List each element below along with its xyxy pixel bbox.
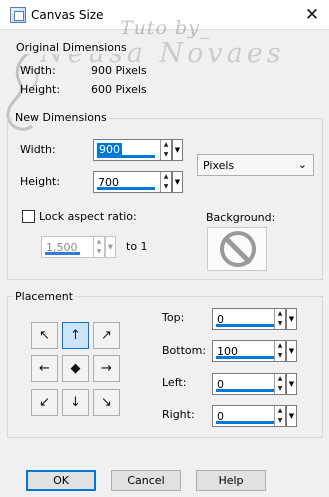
lock-aspect-label[interactable]: Lock aspect ratio: — [39, 210, 137, 223]
width-spinner[interactable]: 900 ▲ ▼ ▼ — [93, 139, 183, 161]
aspect-ratio-suffix: to 1 — [126, 240, 148, 253]
lock-aspect-checkbox[interactable] — [22, 210, 35, 223]
right-dropdown-icon[interactable]: ▼ — [286, 405, 297, 427]
left-spin-arrows-icon[interactable]: ▲ ▼ — [274, 374, 285, 394]
bottom-label: Bottom: — [162, 344, 207, 357]
aspect-ratio-bar — [45, 252, 80, 255]
help-button[interactable]: Help — [196, 470, 266, 491]
anchor-bottom-center[interactable]: ↓ — [62, 389, 89, 416]
no-background-icon — [220, 231, 256, 267]
original-dimensions-legend: Original Dimensions — [14, 41, 129, 54]
canvas-size-app-icon — [10, 7, 26, 23]
close-icon[interactable]: ✕ — [301, 4, 323, 26]
watermark-line1: Tuto by_ — [120, 17, 211, 39]
cancel-button[interactable]: Cancel — [111, 470, 181, 491]
left-label: Left: — [162, 376, 187, 389]
ratio-dropdown-icon: ▼ — [105, 236, 116, 258]
original-height-label: Height: — [20, 83, 61, 96]
bottom-slider-bar[interactable] — [216, 356, 274, 359]
background-label: Background: — [206, 211, 276, 224]
anchor-middle-left[interactable]: ← — [31, 355, 58, 382]
anchor-top-center[interactable]: ↑ — [62, 322, 89, 349]
top-label: Top: — [162, 311, 185, 324]
height-dropdown-icon[interactable]: ▼ — [172, 171, 183, 193]
height-spinner[interactable]: 700 ▲ ▼ ▼ — [93, 171, 183, 193]
window-title: Canvas Size — [31, 8, 104, 22]
left-slider-bar[interactable] — [216, 389, 274, 392]
ratio-spin-arrows-icon: ▲ ▼ — [93, 237, 104, 257]
height-label: Height: — [20, 175, 61, 188]
top-spin-arrows-icon[interactable]: ▲ ▼ — [274, 309, 285, 329]
left-spinner[interactable]: 0 ▲ ▼ ▼ — [212, 373, 297, 395]
height-slider-bar[interactable] — [97, 187, 155, 190]
width-label: Width: — [20, 143, 56, 156]
bottom-spinner[interactable]: 100 ▲ ▼ ▼ — [212, 340, 297, 362]
anchor-center[interactable]: ◆ — [62, 355, 89, 382]
original-width-value: 900 Pixels — [91, 64, 147, 77]
anchor-top-right[interactable]: ↗ — [93, 322, 120, 349]
original-height-value: 600 Pixels — [91, 83, 147, 96]
top-slider-bar[interactable] — [216, 324, 274, 327]
top-spinner[interactable]: 0 ▲ ▼ ▼ — [212, 308, 297, 330]
bottom-dropdown-icon[interactable]: ▼ — [286, 340, 297, 362]
new-dimensions-legend: New Dimensions — [13, 111, 109, 124]
width-spin-arrows-icon[interactable]: ▲ ▼ — [160, 140, 171, 160]
width-slider-bar[interactable] — [97, 155, 155, 158]
width-dropdown-icon[interactable]: ▼ — [172, 139, 183, 161]
original-width-label: Width: — [20, 64, 56, 77]
anchor-top-left[interactable]: ↖ — [31, 322, 58, 349]
anchor-middle-right[interactable]: → — [93, 355, 120, 382]
right-label: Right: — [162, 408, 195, 421]
ok-button[interactable]: OK — [26, 470, 96, 491]
placement-legend: Placement — [13, 290, 76, 303]
right-spinner[interactable]: 0 ▲ ▼ ▼ — [212, 405, 297, 427]
anchor-bottom-left[interactable]: ↙ — [31, 389, 58, 416]
anchor-bottom-right[interactable]: ↘ — [93, 389, 120, 416]
height-spin-arrows-icon[interactable]: ▲ ▼ — [160, 172, 171, 192]
units-value: Pixels — [203, 159, 235, 172]
units-select[interactable]: Pixels ⌄ — [197, 154, 314, 176]
left-dropdown-icon[interactable]: ▼ — [286, 373, 297, 395]
background-swatch[interactable] — [207, 227, 267, 271]
bottom-spin-arrows-icon[interactable]: ▲ ▼ — [274, 341, 285, 361]
right-slider-bar[interactable] — [216, 421, 274, 424]
top-dropdown-icon[interactable]: ▼ — [286, 308, 297, 330]
chevron-down-icon: ⌄ — [297, 158, 307, 171]
right-spin-arrows-icon[interactable]: ▲ ▼ — [274, 406, 285, 426]
aspect-ratio-spinner: 1,500 ▲ ▼ ▼ — [41, 236, 116, 258]
